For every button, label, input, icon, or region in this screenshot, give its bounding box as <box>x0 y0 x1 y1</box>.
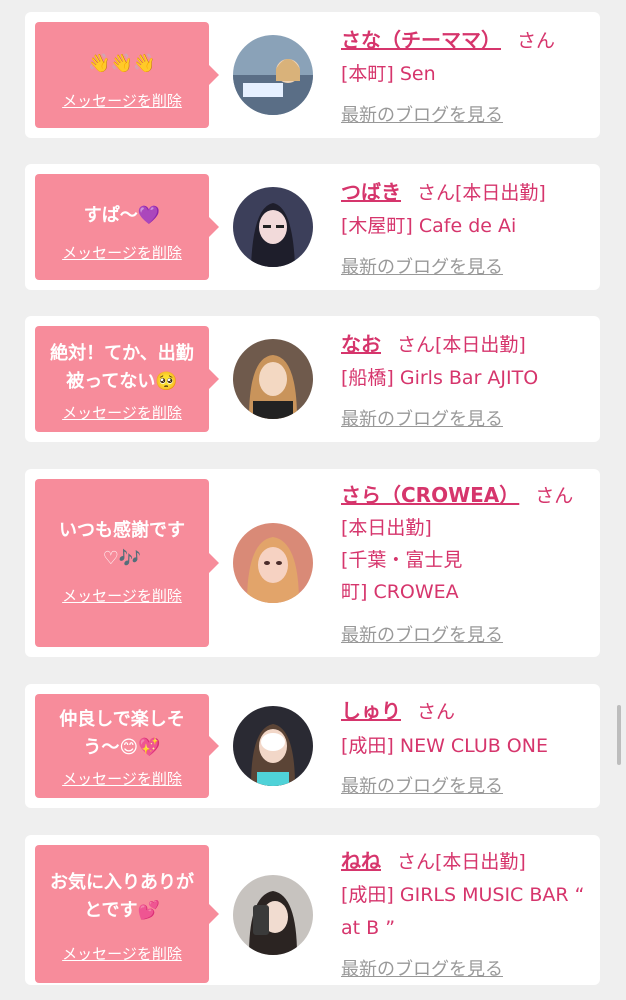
message-bubble: お気に入りありがとです💕 メッセージを削除 <box>35 845 219 983</box>
message-bubble: すぱ〜💜 メッセージを削除 <box>35 174 219 280</box>
shop-name: [木屋町] Cafe de Ai <box>341 215 517 237</box>
cast-info: さら（CROWEA） さん [本日出勤] [千葉・富士見町] CROWEA <box>341 479 590 608</box>
delete-message-link[interactable]: メッセージを削除 <box>35 90 209 111</box>
scrollbar[interactable] <box>617 705 621 765</box>
cast-name-link[interactable]: ねね <box>341 849 381 873</box>
honorific: さん <box>417 182 456 204</box>
honorific: さん <box>535 485 574 507</box>
delete-message-link[interactable]: メッセージを削除 <box>35 585 209 606</box>
cast-info: なお さん[本日出勤] [船橋] Girls Bar AJITO <box>341 328 590 395</box>
delete-message-link[interactable]: メッセージを削除 <box>35 943 209 964</box>
avatar[interactable] <box>233 706 313 786</box>
avatar[interactable] <box>233 35 313 115</box>
avatar[interactable] <box>233 187 313 267</box>
delete-message-link[interactable]: メッセージを削除 <box>35 402 209 423</box>
shop-name: [千葉・富士見町] CROWEA <box>341 549 463 603</box>
honorific: さん <box>417 701 456 723</box>
cast-info: つばき さん[本日出勤] [木屋町] Cafe de Ai <box>341 176 590 243</box>
view-blog-link[interactable]: 最新のブログを見る <box>341 621 503 647</box>
message-text: すぱ〜💜 <box>83 205 161 226</box>
message-text: 絶対！てか、出勤被ってない🥺 <box>50 343 194 392</box>
delete-message-link[interactable]: メッセージを削除 <box>35 768 209 789</box>
message-card: いつも感謝です♡🎶 メッセージを削除 さら（CROWEA） さん [本日出勤] [… <box>25 469 600 657</box>
message-card: すぱ〜💜 メッセージを削除 つばき さん[本日出勤] [木屋町] Cafe de … <box>25 164 600 290</box>
message-bubble: 仲良しで楽しそう〜😊💖 メッセージを削除 <box>35 694 219 798</box>
shop-name: [成田] GIRLS MUSIC BAR “ at B ” <box>341 884 585 939</box>
shop-name: [船橋] Girls Bar AJITO <box>341 367 539 389</box>
message-text: 仲良しで楽しそう〜😊💖 <box>59 709 185 758</box>
message-card: 👋👋👋 メッセージを削除 さな（チーママ） さん [本町] Sen 最新のブログを… <box>25 12 600 138</box>
view-blog-link[interactable]: 最新のブログを見る <box>341 101 503 127</box>
message-text: 👋👋👋 <box>88 53 156 74</box>
status-badge: [本日出勤] <box>455 182 546 204</box>
status-badge: [本日出勤] <box>341 517 432 539</box>
avatar[interactable] <box>233 339 313 419</box>
shop-name: [成田] NEW CLUB ONE <box>341 735 548 757</box>
cast-name-link[interactable]: さら（CROWEA） <box>341 483 519 507</box>
avatar[interactable] <box>233 523 313 603</box>
message-card: 絶対！てか、出勤被ってない🥺 メッセージを削除 なお さん[本日出勤] [船橋] … <box>25 316 600 442</box>
avatar[interactable] <box>233 875 313 955</box>
delete-message-link[interactable]: メッセージを削除 <box>35 242 209 263</box>
view-blog-link[interactable]: 最新のブログを見る <box>341 405 503 431</box>
honorific: さん <box>397 334 436 356</box>
status-badge: [本日出勤] <box>435 334 526 356</box>
cast-info: さな（チーママ） さん [本町] Sen <box>341 24 590 91</box>
message-card: 仲良しで楽しそう〜😊💖 メッセージを削除 しゅり さん [成田] NEW CLUB… <box>25 684 600 808</box>
view-blog-link[interactable]: 最新のブログを見る <box>341 772 503 798</box>
shop-name: [本町] Sen <box>341 63 436 85</box>
message-text: いつも感謝です♡🎶 <box>59 520 185 569</box>
view-blog-link[interactable]: 最新のブログを見る <box>341 955 503 981</box>
view-blog-link[interactable]: 最新のブログを見る <box>341 253 503 279</box>
cast-name-link[interactable]: なお <box>341 332 381 356</box>
message-bubble: いつも感謝です♡🎶 メッセージを削除 <box>35 479 219 647</box>
cast-name-link[interactable]: さな（チーママ） <box>341 28 501 52</box>
cast-info: しゅり さん [成田] NEW CLUB ONE <box>341 694 590 763</box>
cast-name-link[interactable]: しゅり <box>341 699 401 723</box>
message-card: お気に入りありがとです💕 メッセージを削除 ねね さん[本日出勤] [成田] GI… <box>25 835 600 985</box>
message-bubble: 絶対！てか、出勤被ってない🥺 メッセージを削除 <box>35 326 219 432</box>
honorific: さん <box>517 30 556 52</box>
message-bubble: 👋👋👋 メッセージを削除 <box>35 22 219 128</box>
honorific: さん <box>397 851 436 873</box>
status-badge: [本日出勤] <box>435 851 526 873</box>
cast-name-link[interactable]: つばき <box>341 180 401 204</box>
cast-info: ねね さん[本日出勤] [成田] GIRLS MUSIC BAR “ at B ” <box>341 845 590 945</box>
message-text: お気に入りありがとです💕 <box>50 872 194 921</box>
